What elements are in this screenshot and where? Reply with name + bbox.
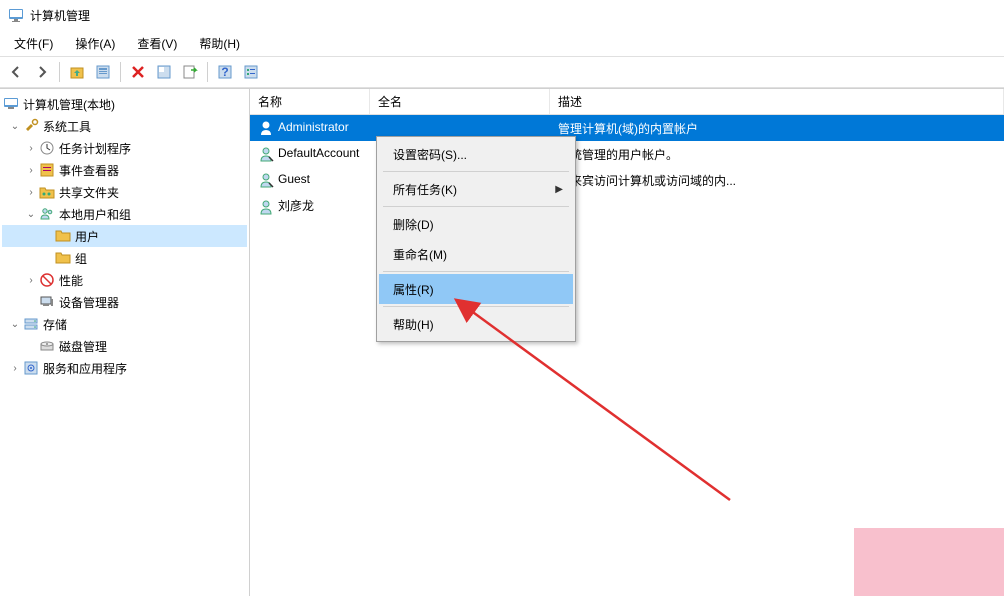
disk-icon [38, 338, 56, 354]
refresh-button[interactable] [152, 60, 176, 84]
event-icon [38, 162, 56, 178]
expand-icon[interactable]: › [24, 165, 38, 176]
toolbar-separator [59, 62, 60, 82]
user-row-administrator[interactable]: Administrator 管理计算机(域)的内置帐户 [250, 115, 1004, 141]
menu-bar: 文件(F) 操作(A) 查看(V) 帮助(H) [0, 30, 1004, 56]
users-groups-icon [38, 206, 56, 222]
user-icon [258, 120, 274, 136]
toolbar: ? [0, 56, 1004, 88]
ctx-separator [383, 206, 569, 207]
title-bar: 计算机管理 [0, 0, 1004, 30]
tools-icon [22, 118, 40, 134]
tree-device-manager[interactable]: 设备管理器 [2, 291, 247, 313]
app-icon [8, 7, 24, 23]
menu-help[interactable]: 帮助(H) [189, 31, 250, 56]
user-icon [258, 146, 274, 162]
tree-performance[interactable]: › 性能 [2, 269, 247, 291]
computer-icon [2, 96, 20, 112]
device-icon [38, 294, 56, 310]
export-button[interactable] [178, 60, 202, 84]
performance-icon [38, 272, 56, 288]
tree-task-scheduler[interactable]: › 任务计划程序 [2, 137, 247, 159]
toolbar-separator [207, 62, 208, 82]
svg-text:?: ? [221, 65, 228, 79]
user-row-guest[interactable]: Guest 供来宾访问计算机或访问域的内... [250, 167, 1004, 193]
ctx-separator [383, 271, 569, 272]
window-title: 计算机管理 [30, 7, 90, 24]
column-fullname[interactable]: 全名 [370, 89, 550, 114]
expand-icon[interactable]: › [24, 143, 38, 154]
tree-groups[interactable]: 组 [2, 247, 247, 269]
tree-services-apps[interactable]: › 服务和应用程序 [2, 357, 247, 379]
tree-event-viewer[interactable]: › 事件查看器 [2, 159, 247, 181]
user-row-custom[interactable]: 刘彦龙 [250, 193, 1004, 219]
ctx-help[interactable]: 帮助(H) [379, 309, 573, 339]
tree-disk-management[interactable]: 磁盘管理 [2, 335, 247, 357]
context-menu: 设置密码(S)... 所有任务(K)▶ 删除(D) 重命名(M) 属性(R) 帮… [376, 136, 576, 342]
tree-shared-folders[interactable]: › 共享文件夹 [2, 181, 247, 203]
properties-button[interactable] [91, 60, 115, 84]
column-description[interactable]: 描述 [550, 89, 1004, 114]
tree-panel: 计算机管理(本地) ⌄ 系统工具 › 任务计划程序 › 事件查看器 › 共享文件… [0, 89, 250, 596]
ctx-delete[interactable]: 删除(D) [379, 209, 573, 239]
menu-file[interactable]: 文件(F) [4, 31, 63, 56]
help-button[interactable]: ? [213, 60, 237, 84]
ctx-separator [383, 171, 569, 172]
tree-users[interactable]: 用户 [2, 225, 247, 247]
collapse-icon[interactable]: ⌄ [8, 121, 22, 132]
shared-folder-icon [38, 184, 56, 200]
delete-button[interactable] [126, 60, 150, 84]
ctx-set-password[interactable]: 设置密码(S)... [379, 139, 573, 169]
watermark-box [854, 528, 1004, 596]
forward-button[interactable] [30, 60, 54, 84]
column-name[interactable]: 名称 [250, 89, 370, 114]
user-row-default[interactable]: DefaultAccount 系统管理的用户帐户。 [250, 141, 1004, 167]
menu-action[interactable]: 操作(A) [65, 31, 125, 56]
collapse-icon[interactable]: ⌄ [8, 319, 22, 330]
up-button[interactable] [65, 60, 89, 84]
list-body: Administrator 管理计算机(域)的内置帐户 DefaultAccou… [250, 115, 1004, 219]
clock-icon [38, 140, 56, 156]
services-icon [22, 360, 40, 376]
list-header: 名称 全名 描述 [250, 89, 1004, 115]
menu-view[interactable]: 查看(V) [127, 31, 187, 56]
ctx-all-tasks[interactable]: 所有任务(K)▶ [379, 174, 573, 204]
tree-root[interactable]: 计算机管理(本地) [2, 93, 247, 115]
expand-icon[interactable]: › [24, 275, 38, 286]
submenu-arrow-icon: ▶ [555, 184, 563, 195]
folder-icon [54, 228, 72, 244]
expand-icon[interactable]: › [8, 363, 22, 374]
tree-local-users-groups[interactable]: ⌄ 本地用户和组 [2, 203, 247, 225]
tree-storage[interactable]: ⌄ 存储 [2, 313, 247, 335]
list-panel: 名称 全名 描述 Administrator 管理计算机(域)的内置帐户 Def… [250, 89, 1004, 596]
collapse-icon[interactable]: ⌄ [24, 209, 38, 220]
view-button[interactable] [239, 60, 263, 84]
ctx-separator [383, 306, 569, 307]
ctx-properties[interactable]: 属性(R) [379, 274, 573, 304]
folder-icon [54, 250, 72, 266]
ctx-rename[interactable]: 重命名(M) [379, 239, 573, 269]
user-icon [258, 199, 274, 215]
tree-system-tools[interactable]: ⌄ 系统工具 [2, 115, 247, 137]
toolbar-separator [120, 62, 121, 82]
storage-icon [22, 316, 40, 332]
user-icon [258, 172, 274, 188]
expand-icon[interactable]: › [24, 187, 38, 198]
back-button[interactable] [4, 60, 28, 84]
